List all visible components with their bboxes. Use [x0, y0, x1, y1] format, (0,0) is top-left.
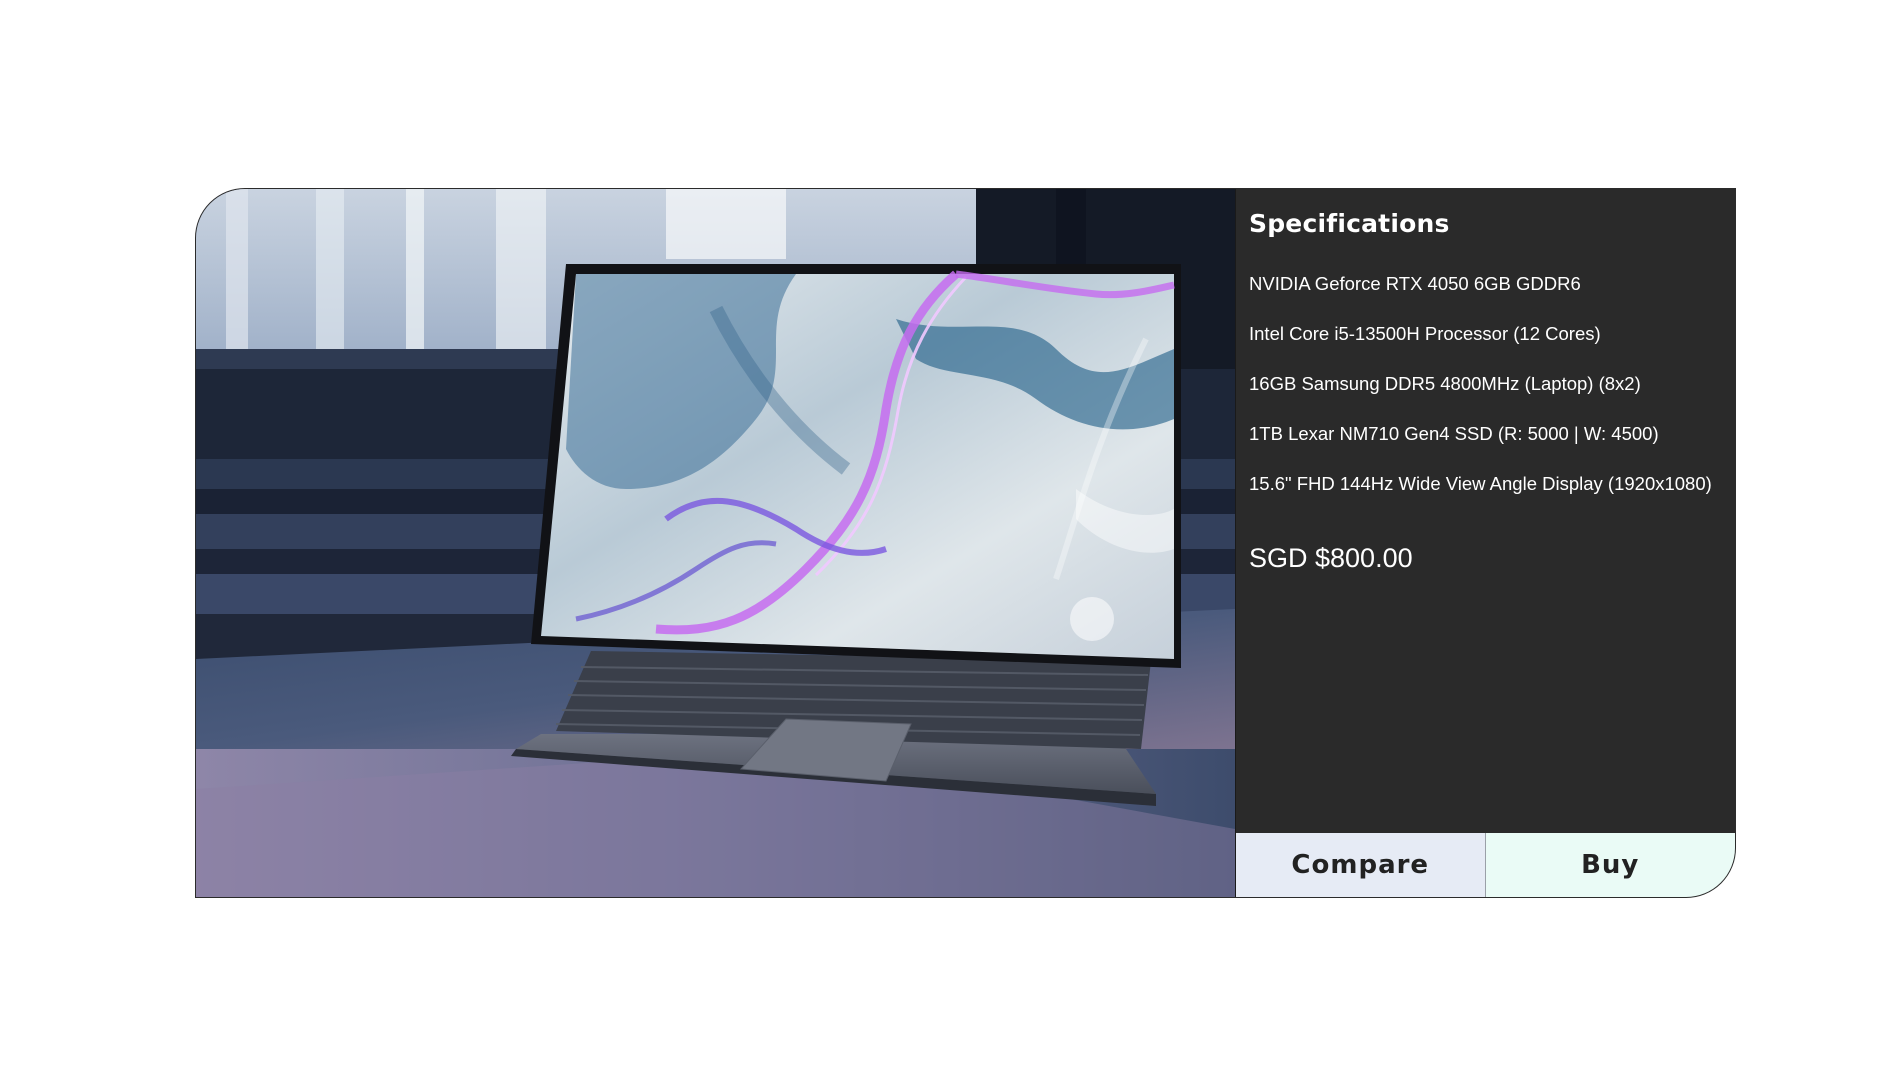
spec-list: NVIDIA Geforce RTX 4050 6GB GDDR6 Intel … — [1249, 273, 1712, 523]
price: SGD $800.00 — [1249, 543, 1413, 573]
spec-item-gpu: NVIDIA Geforce RTX 4050 6GB GDDR6 — [1249, 273, 1581, 294]
product-image — [196, 189, 1235, 897]
specs-panel: Specifications NVIDIA Geforce RTX 4050 6… — [1235, 189, 1735, 897]
product-card: Specifications NVIDIA Geforce RTX 4050 6… — [195, 188, 1736, 898]
buy-button[interactable]: Buy — [1485, 833, 1735, 897]
spec-item-cpu: Intel Core i5-13500H Processor (12 Cores… — [1249, 323, 1601, 344]
spec-item-storage: 1TB Lexar NM710 Gen4 SSD (R: 5000 | W: 4… — [1249, 423, 1659, 444]
page: Specifications NVIDIA Geforce RTX 4050 6… — [0, 0, 1903, 1080]
spec-item-display: 15.6" FHD 144Hz Wide View Angle Display … — [1249, 473, 1712, 494]
action-bar: Compare Buy — [1236, 833, 1735, 897]
compare-button[interactable]: Compare — [1236, 833, 1486, 897]
specs-title: Specifications — [1249, 209, 1450, 238]
spec-item-ram: 16GB Samsung DDR5 4800MHz (Laptop) (8x2) — [1249, 373, 1641, 394]
